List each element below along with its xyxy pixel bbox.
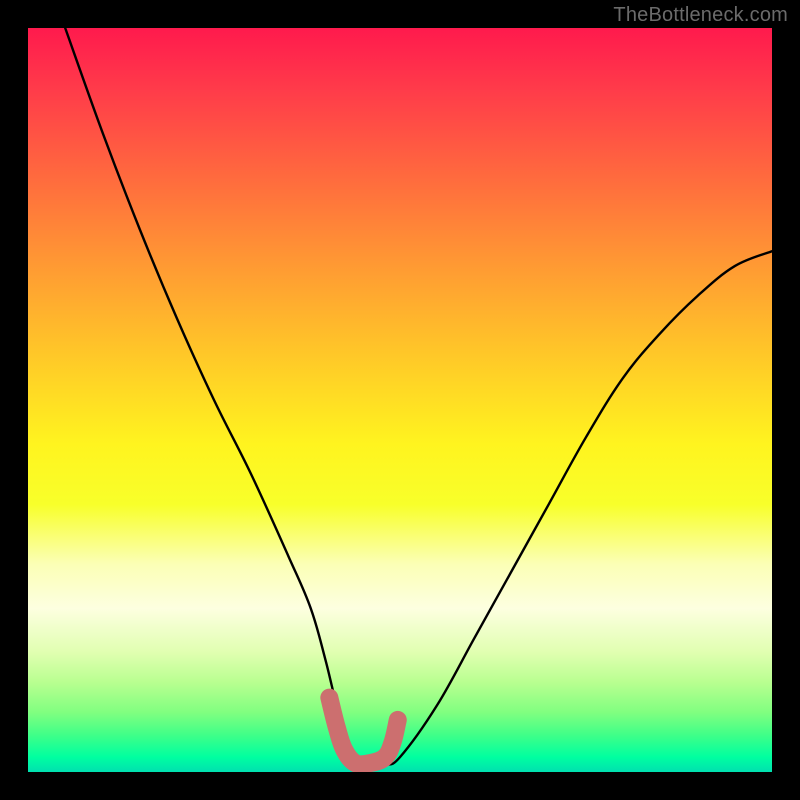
watermark-text: TheBottleneck.com bbox=[613, 4, 788, 27]
plot-area bbox=[28, 28, 772, 772]
valley-marker bbox=[329, 698, 397, 765]
chart-frame: TheBottleneck.com bbox=[0, 0, 800, 800]
bottleneck-curve bbox=[65, 28, 772, 766]
curve-svg bbox=[28, 28, 772, 772]
